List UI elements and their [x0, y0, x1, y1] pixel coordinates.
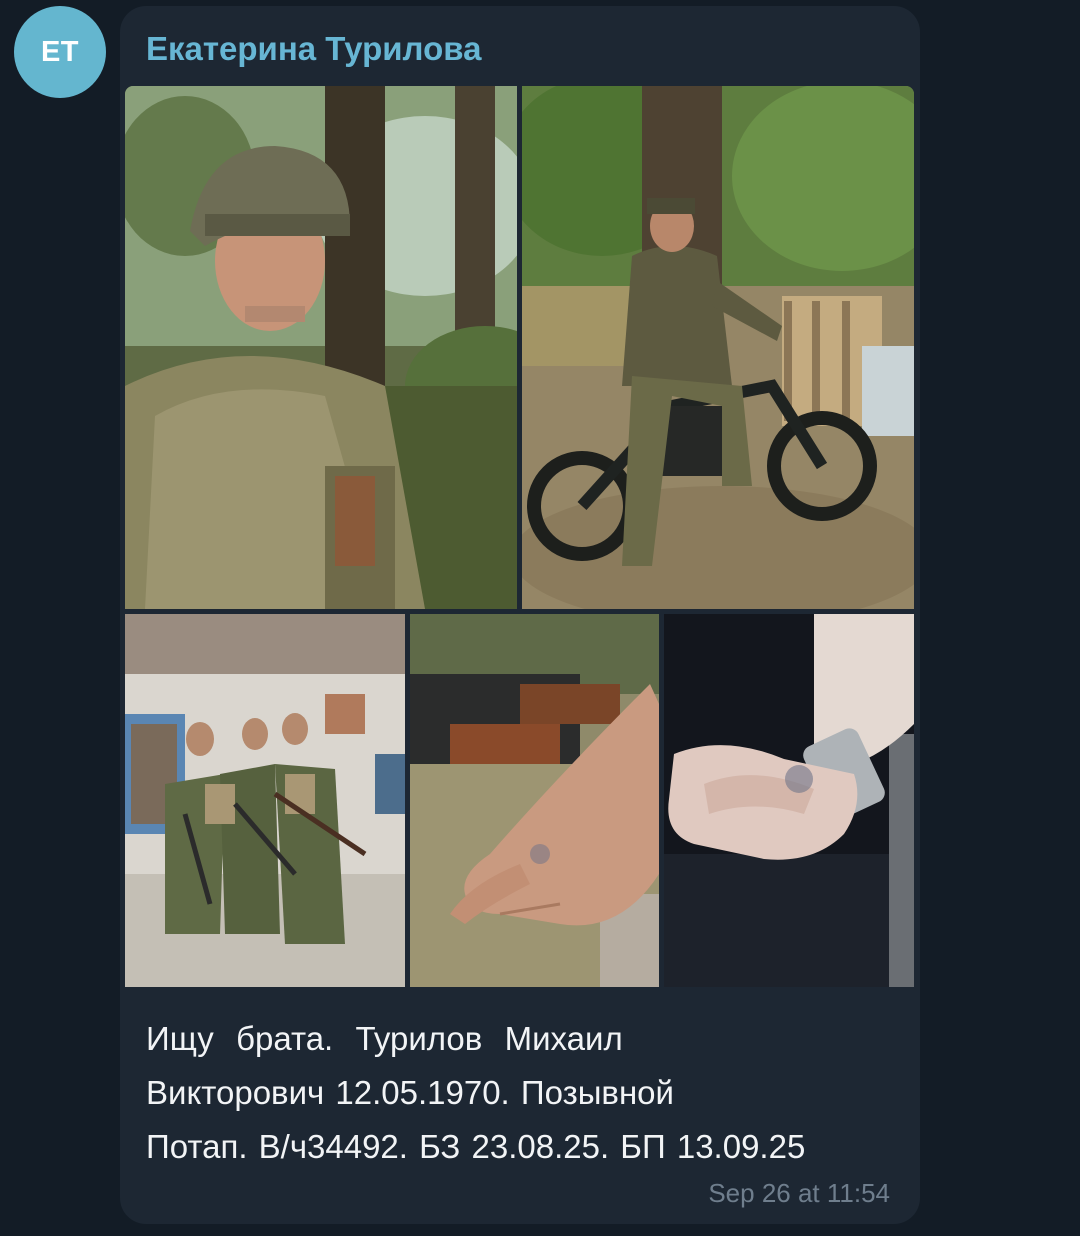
photo-three-soldiers[interactable]	[125, 614, 405, 987]
sender-name[interactable]: Екатерина Турилова	[146, 30, 481, 68]
avatar-initials: ET	[40, 35, 80, 68]
photo-hands-watch[interactable]	[664, 614, 914, 987]
photo-hand-rifle[interactable]	[410, 614, 659, 987]
message-text: Ищу брата. Турилов Михаил Викторович 12.…	[146, 1020, 806, 1165]
message-bubble[interactable]: Екатерина Турилова Ищу брата. Турилов Ми…	[120, 6, 920, 1224]
message-timestamp: Sep 26 at 11:54	[708, 1178, 890, 1208]
sender-avatar[interactable]: ET	[14, 6, 106, 98]
photo-motorcycle[interactable]	[522, 86, 914, 609]
photo-selfie-helmet[interactable]	[125, 86, 517, 609]
chat-screen: ET Екатерина Турилова Ищу брата. Турилов…	[0, 0, 1080, 1236]
